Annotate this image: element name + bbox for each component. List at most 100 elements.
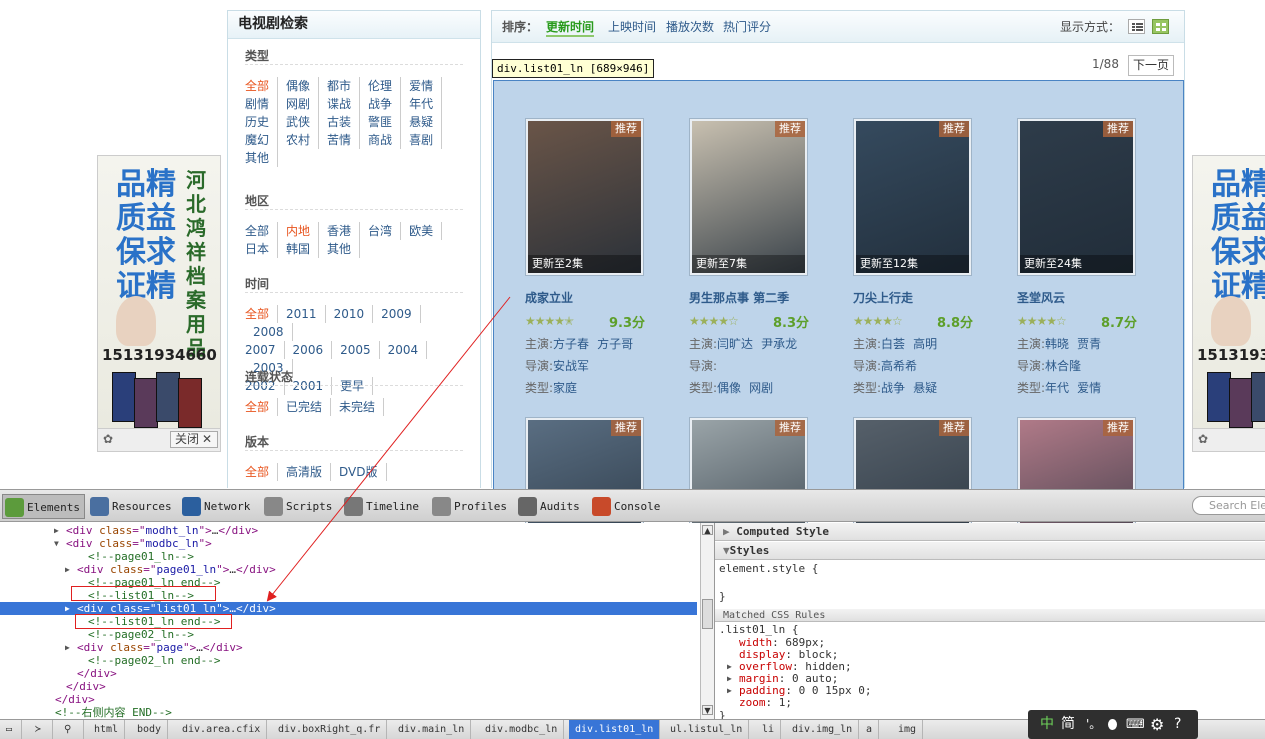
scroll-down-icon[interactable]: ▼ <box>702 705 713 715</box>
breadcrumb-item[interactable]: body <box>131 720 169 739</box>
help-icon[interactable]: ? <box>1174 710 1181 739</box>
drama-title[interactable]: 男生那点事 第二季 <box>689 289 795 306</box>
dom-scrollbar[interactable]: ▲ ▼ <box>700 523 714 719</box>
breadcrumb-item[interactable]: div.area.cfix <box>176 720 268 739</box>
filter-option[interactable]: 战争 <box>360 95 402 113</box>
filter-option[interactable]: 其他 <box>319 240 361 258</box>
cast-link[interactable]: 方子哥 <box>597 337 633 351</box>
filter-option[interactable]: 年代 <box>401 95 443 113</box>
filter-option[interactable]: 古装 <box>319 113 361 131</box>
filter-option[interactable]: DVD版 <box>331 463 387 481</box>
filter-option[interactable]: 全部 <box>245 77 279 95</box>
ime-simplified-label[interactable]: 简 <box>1061 710 1075 739</box>
tab-console[interactable]: Console <box>590 494 660 519</box>
filter-option[interactable]: 高清版 <box>278 463 332 481</box>
filter-option[interactable]: 谍战 <box>319 95 361 113</box>
genre-link[interactable]: 偶像 <box>717 381 741 395</box>
search-icon[interactable]: ⚲ <box>58 720 84 739</box>
filter-option[interactable]: 全部 <box>245 398 279 416</box>
cast-link[interactable]: 闫旷达 <box>717 337 753 351</box>
dock-icon[interactable]: ▭ <box>0 720 22 739</box>
keyboard-icon[interactable]: ⌨ <box>1126 710 1145 739</box>
disclosure-triangle-icon[interactable]: ▶ <box>65 602 70 615</box>
filter-option[interactable]: 苦情 <box>319 131 361 149</box>
tab-timeline[interactable]: Timeline <box>342 494 419 519</box>
genre-link[interactable]: 网剧 <box>749 381 773 395</box>
filter-option[interactable]: 2010 <box>326 305 374 323</box>
right-ad[interactable]: 品精质益保求证精河北鸿祥档案用品15131934660 ✿关闭✕ <box>1192 155 1265 452</box>
drama-title[interactable]: 圣堂风云 <box>1017 289 1123 306</box>
director-link[interactable]: 安战军 <box>553 359 589 373</box>
styles-header[interactable]: ▼Styles <box>715 542 1265 560</box>
ad-close-button[interactable]: 关闭 ✕ <box>170 431 218 448</box>
list-view-button[interactable] <box>1128 19 1145 34</box>
filter-option[interactable]: 韩国 <box>278 240 320 258</box>
tab-network[interactable]: Network <box>180 494 250 519</box>
sort-option[interactable]: 播放次数 <box>666 11 714 43</box>
search-elements-input[interactable]: Search Elements <box>1192 496 1265 515</box>
filter-option[interactable]: 悬疑 <box>401 113 443 131</box>
director-link[interactable]: 林合隆 <box>1045 359 1081 373</box>
next-page-button[interactable]: 下一页 <box>1128 55 1174 76</box>
breadcrumb-item[interactable]: img <box>892 720 924 739</box>
ad-image[interactable]: 品精质益保求证精河北鸿祥档案用品15131934660 <box>98 156 220 428</box>
tab-audits[interactable]: Audits <box>516 494 580 519</box>
filter-option[interactable]: 农村 <box>278 131 320 149</box>
genre-link[interactable]: 家庭 <box>553 381 577 395</box>
poster-image[interactable] <box>528 121 641 273</box>
tab-elements[interactable]: Elements <box>2 494 85 519</box>
filter-option[interactable]: 2011 <box>278 305 326 323</box>
filter-option[interactable]: 都市 <box>319 77 361 95</box>
element-style-rule[interactable]: element.style { <box>719 563 818 575</box>
ad-image[interactable]: 品精质益保求证精河北鸿祥档案用品15131934660 <box>1193 156 1265 428</box>
grid-view-button[interactable] <box>1152 19 1169 34</box>
filter-option[interactable]: 香港 <box>319 222 361 240</box>
filter-option[interactable]: 2009 <box>373 305 421 323</box>
drama-card[interactable]: 推荐 更新至24集 圣堂风云 ★★★★☆ 8.7分 主演:韩晓 贾青 导演:林合隆 类型:年代爱… <box>1017 118 1167 408</box>
tab-profiles[interactable]: Profiles <box>430 494 507 519</box>
sort-option[interactable]: 上映时间 <box>608 11 656 43</box>
filter-option[interactable]: 其他 <box>245 149 279 167</box>
breadcrumb-item[interactable]: div.list01_ln <box>569 720 661 739</box>
breadcrumb-item[interactable]: div.modbc_ln <box>479 720 565 739</box>
breadcrumb-item[interactable]: div.main_ln <box>392 720 472 739</box>
filter-option[interactable]: 剧情 <box>245 95 279 113</box>
cast-link[interactable]: 贾青 <box>1077 337 1101 351</box>
sort-option[interactable]: 更新时间 <box>546 11 595 37</box>
director-link[interactable]: 高希希 <box>881 359 917 373</box>
filter-option[interactable]: 2008 <box>245 323 293 341</box>
filter-option[interactable]: 已完结 <box>278 398 332 416</box>
filter-option[interactable]: 欧美 <box>401 222 443 240</box>
genre-link[interactable]: 悬疑 <box>913 381 937 395</box>
poster[interactable]: 推荐 更新至7集 <box>689 118 808 276</box>
filter-option[interactable]: 全部 <box>245 222 279 240</box>
left-ad[interactable]: 品精 质益 保求 证精 河北鸿祥档案用品 15131934660 ✿ 关闭 ✕ <box>97 155 221 452</box>
cast-link[interactable]: 白荟 <box>881 337 905 351</box>
genre-link[interactable]: 爱情 <box>1077 381 1101 395</box>
sort-option[interactable]: 热门评分 <box>723 11 771 43</box>
scroll-up-icon[interactable]: ▲ <box>702 525 713 535</box>
filter-option[interactable]: 内地 <box>278 222 320 240</box>
expand-icon[interactable]: ▶ <box>727 685 732 697</box>
disclosure-triangle-icon[interactable]: ▶ <box>54 524 59 537</box>
filter-option[interactable]: 台湾 <box>360 222 402 240</box>
genre-link[interactable]: 年代 <box>1045 381 1069 395</box>
drama-title[interactable]: 刀尖上行走 <box>853 289 959 306</box>
cast-link[interactable]: 尹承龙 <box>761 337 797 351</box>
computed-style-header[interactable]: ▶ Computed Style <box>715 523 1265 541</box>
cast-link[interactable]: 方子春 <box>553 337 589 351</box>
filter-option[interactable]: 伦理 <box>360 77 402 95</box>
filter-option[interactable]: 历史 <box>245 113 279 131</box>
tab-resources[interactable]: Resources <box>88 494 172 519</box>
filter-option[interactable]: 全部 <box>245 463 279 481</box>
breadcrumb-item[interactable]: div.boxRight_q.fr <box>272 720 388 739</box>
genre-link[interactable]: 战争 <box>881 381 905 395</box>
disclosure-triangle-icon[interactable]: ▶ <box>65 563 70 576</box>
gear-icon[interactable]: ⚙ <box>1150 710 1164 739</box>
drama-card[interactable]: 推荐 更新至12集 刀尖上行走 ★★★★☆ 8.8分 主演:白荟 高明 导演:高希希 类型:战争… <box>853 118 1003 408</box>
poster[interactable]: 推荐 更新至2集 <box>525 118 644 276</box>
drama-card[interactable]: 推荐 <box>525 417 675 575</box>
ime-moon-icon[interactable] <box>1108 719 1117 730</box>
breadcrumb-item[interactable]: div.img_ln <box>786 720 860 739</box>
poster-image[interactable] <box>692 121 805 273</box>
